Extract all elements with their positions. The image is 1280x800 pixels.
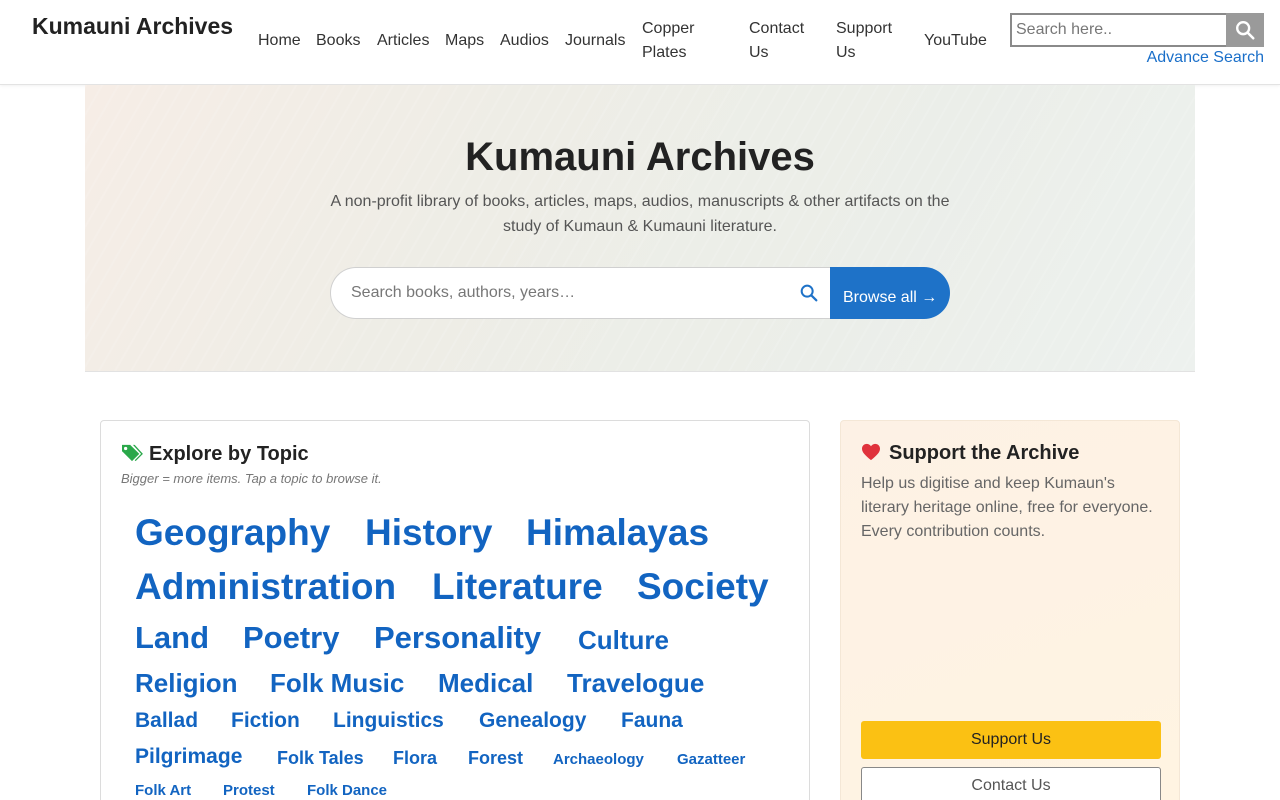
topic-travelogue[interactable]: Travelogue [567,668,704,698]
topic-fauna[interactable]: Fauna [621,708,683,734]
nav-youtube[interactable]: YouTube [924,29,987,53]
topic-folk-music[interactable]: Folk Music [270,668,404,698]
hero-search-input[interactable] [330,267,830,319]
topic-medical[interactable]: Medical [438,668,533,698]
nav-articles[interactable]: Articles [377,29,429,53]
nav-home[interactable]: Home [258,29,301,53]
topic-literature[interactable]: Literature [432,566,603,608]
nav-maps[interactable]: Maps [445,29,484,53]
search-icon [1236,21,1255,40]
nav-books[interactable]: Books [316,29,360,53]
hero-title: Kumauni Archives [465,135,815,179]
advance-search-link[interactable]: Advance Search [1147,49,1264,67]
nav-journals[interactable]: Journals [565,29,625,53]
support-archive-card: Support the Archive Help us digitise and… [840,420,1180,800]
topic-land[interactable]: Land [135,620,209,656]
site-header: Kumauni Archives Home Books Articles Map… [0,0,1280,85]
topic-administration[interactable]: Administration [135,566,396,608]
topic-pilgrimage[interactable]: Pilgrimage [135,744,242,770]
topic-history[interactable]: History [365,512,492,554]
topic-society[interactable]: Society [637,566,769,608]
tags-icon [122,444,143,462]
topic-genealogy[interactable]: Genealogy [479,708,586,734]
nav-support-us[interactable]: Support Us [836,17,900,65]
site-logo-title[interactable]: Kumauni Archives [30,12,235,41]
topic-personality[interactable]: Personality [374,620,541,656]
topic-forest[interactable]: Forest [468,747,523,769]
topic-poetry[interactable]: Poetry [243,620,339,656]
header-search-input[interactable] [1010,13,1226,47]
nav-audios[interactable]: Audios [500,29,549,53]
topic-gazatteer[interactable]: Gazatteer [677,750,745,769]
heart-icon [862,443,880,461]
support-us-button[interactable]: Support Us [861,721,1161,759]
topic-protest[interactable]: Protest [223,781,275,800]
explore-by-topic-card: Explore by Topic Bigger = more items. Ta… [100,420,810,800]
topic-folk-tales[interactable]: Folk Tales [277,747,364,769]
topic-archaeology[interactable]: Archaeology [553,750,644,769]
hero-banner: Kumauni Archives A non-profit library of… [85,85,1195,372]
topics-title: Explore by Topic [149,443,309,465]
contact-us-button[interactable]: Contact Us [861,767,1161,800]
support-title: Support the Archive [889,442,1080,464]
topic-fiction[interactable]: Fiction [231,708,300,734]
browse-all-button[interactable]: Browse all → [830,267,950,319]
topics-hint: Bigger = more items. Tap a topic to brow… [121,471,382,486]
topic-ballad[interactable]: Ballad [135,708,198,734]
topic-religion[interactable]: Religion [135,668,238,698]
topic-folk-dance[interactable]: Folk Dance [307,781,387,800]
search-icon[interactable] [798,282,820,304]
topic-himalayas[interactable]: Himalayas [526,512,709,554]
topic-linguistics[interactable]: Linguistics [333,708,444,734]
hero-search: Browse all → [330,267,950,319]
topic-folk-art[interactable]: Folk Art [135,781,191,800]
topic-flora[interactable]: Flora [393,747,437,769]
support-text: Help us digitise and keep Kumaun's liter… [861,475,1153,540]
header-search [1010,13,1264,47]
topic-culture[interactable]: Culture [578,625,669,655]
topic-geography[interactable]: Geography [135,512,330,554]
nav-copper-plates[interactable]: Copper Plates [642,17,712,65]
hero-subtitle: A non-profit library of books, articles,… [330,193,950,235]
header-search-button[interactable] [1226,13,1264,47]
nav-contact-us[interactable]: Contact Us [749,17,813,65]
